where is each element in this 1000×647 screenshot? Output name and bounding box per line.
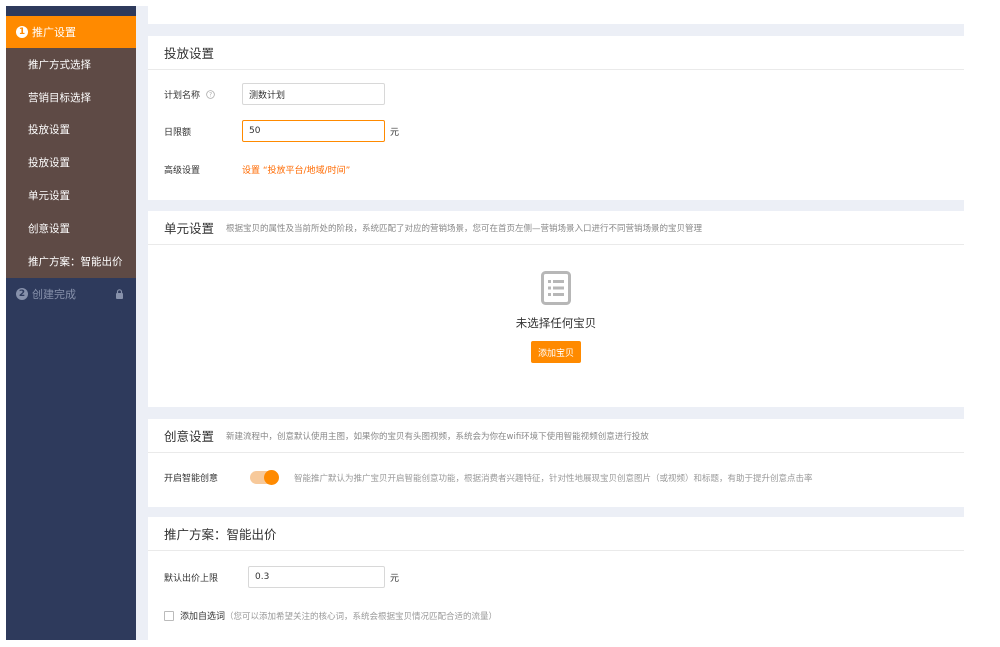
panel-header: 单元设置 根据宝贝的属性及当前所处的阶段，系统匹配了对应的营销场景，您可在首页左… xyxy=(148,211,964,245)
advanced-label: 高级设置 xyxy=(164,166,201,176)
sidebar: 1 推广设置 推广方式选择 营销目标选择 投放设置 投放设置 单元设置 创意设置… xyxy=(6,6,136,640)
bid-limit-row: 默认出价上限 0.3 元 xyxy=(164,566,399,588)
sidebar-item-delivery-settings[interactable]: 投放设置 xyxy=(6,114,136,147)
panel-header: 创意设置 新建流程中，创意默认使用主图，如果你的宝贝有头图视频，系统会为你在wi… xyxy=(148,419,964,453)
panel-title: 投放设置 xyxy=(164,46,215,61)
main-content: 投放设置 计划名称 ? 测数计划 日限额 50 元 高级设置 设置 “投放平台/… xyxy=(136,6,964,640)
unit-settings-panel: 单元设置 根据宝贝的属性及当前所处的阶段，系统匹配了对应的营销场景，您可在首页左… xyxy=(148,211,964,407)
step-label: 推广设置 xyxy=(32,26,76,39)
plan-name-row: 计划名称 ? 测数计划 xyxy=(164,83,385,105)
sidebar-item-promotion-method[interactable]: 推广方式选择 xyxy=(6,48,136,81)
add-keyword-label[interactable]: 添加自选词 xyxy=(180,609,225,622)
sidebar-item-unit-settings[interactable]: 单元设置 xyxy=(6,179,136,212)
add-keyword-checkbox[interactable] xyxy=(164,610,174,621)
advanced-settings-link[interactable]: 设置 “投放平台/地域/时间” xyxy=(242,163,350,176)
panel-description: 新建流程中，创意默认使用主图，如果你的宝贝有头图视频，系统会为你在wifi环境下… xyxy=(226,431,649,442)
plan-name-label: 计划名称 ? xyxy=(164,88,242,101)
panel-title: 创意设置 xyxy=(164,429,215,444)
bid-limit-input[interactable]: 0.3 xyxy=(248,566,385,588)
sidebar-step-complete: 2 创建完成 xyxy=(6,278,136,310)
help-icon[interactable]: ? xyxy=(206,89,215,99)
advanced-row: 高级设置 设置 “投放平台/地域/时间” xyxy=(164,163,350,176)
sidebar-sub-list: 推广方式选择 营销目标选择 投放设置 投放设置 单元设置 创意设置 推广方案：智… xyxy=(6,48,136,278)
daily-limit-row: 日限额 50 元 xyxy=(164,120,399,142)
sidebar-item-creative-settings[interactable]: 创意设置 xyxy=(6,212,136,245)
step-label: 创建完成 xyxy=(32,287,76,301)
previous-panel xyxy=(148,6,964,24)
panel-title: 单元设置 xyxy=(164,221,215,236)
toggle-knob xyxy=(264,470,279,485)
panel-header: 推广方案：智能出价 xyxy=(148,517,964,551)
sidebar-item-smart-bid-plan[interactable]: 推广方案：智能出价 xyxy=(6,245,136,278)
panel-description: 根据宝贝的属性及当前所处的阶段，系统匹配了对应的营销场景，您可在首页左侧—营销场… xyxy=(226,223,703,234)
smart-creative-description: 智能推广默认为推广宝贝开启智能创意功能，根据消费者兴趣特征，针对性地展现宝贝创意… xyxy=(294,473,813,484)
plan-name-input[interactable]: 测数计划 xyxy=(242,83,385,105)
smart-creative-label: 开启智能创意 xyxy=(164,474,219,484)
creative-settings-panel: 创意设置 新建流程中，创意默认使用主图，如果你的宝贝有头图视频，系统会为你在wi… xyxy=(148,419,964,507)
smart-creative-row: 开启智能创意 智能推广默认为推广宝贝开启智能创意功能，根据消费者兴趣特征，针对性… xyxy=(164,470,813,485)
empty-state: 未选择任何宝贝 添加宝贝 xyxy=(148,271,964,363)
bid-limit-label: 默认出价上限 xyxy=(164,573,219,584)
smart-bid-panel: 推广方案：智能出价 默认出价上限 0.3 元 添加自选词 （您可以添加希望关注的… xyxy=(148,517,964,640)
panel-title: 推广方案：智能出价 xyxy=(164,527,277,542)
lock-icon xyxy=(116,288,123,299)
panel-header: 投放设置 xyxy=(148,36,964,70)
daily-limit-label: 日限额 xyxy=(164,127,192,138)
sidebar-item-delivery-settings-2[interactable]: 投放设置 xyxy=(6,146,136,179)
step-number-2: 2 xyxy=(16,287,28,300)
sidebar-top xyxy=(6,6,136,16)
bid-limit-unit: 元 xyxy=(390,573,400,584)
svg-text:?: ? xyxy=(209,92,212,98)
empty-state-text: 未选择任何宝贝 xyxy=(515,316,597,330)
smart-creative-toggle[interactable] xyxy=(250,470,279,485)
add-keyword-row: 添加自选词 （您可以添加希望关注的核心词，系统会根据宝贝情况匹配合适的流量） xyxy=(164,609,497,622)
list-document-icon xyxy=(541,271,571,305)
daily-limit-unit: 元 xyxy=(390,127,400,138)
sidebar-step-promotion-settings[interactable]: 1 推广设置 xyxy=(6,16,136,48)
step-number-1: 1 xyxy=(16,26,28,38)
sidebar-item-marketing-goal[interactable]: 营销目标选择 xyxy=(6,81,136,114)
add-keyword-hint: （您可以添加希望关注的核心词，系统会根据宝贝情况匹配合适的流量） xyxy=(225,611,498,622)
delivery-settings-panel: 投放设置 计划名称 ? 测数计划 日限额 50 元 高级设置 设置 “投放平台/… xyxy=(148,36,964,200)
add-item-button[interactable]: 添加宝贝 xyxy=(530,341,581,363)
daily-limit-input[interactable]: 50 xyxy=(242,120,385,142)
